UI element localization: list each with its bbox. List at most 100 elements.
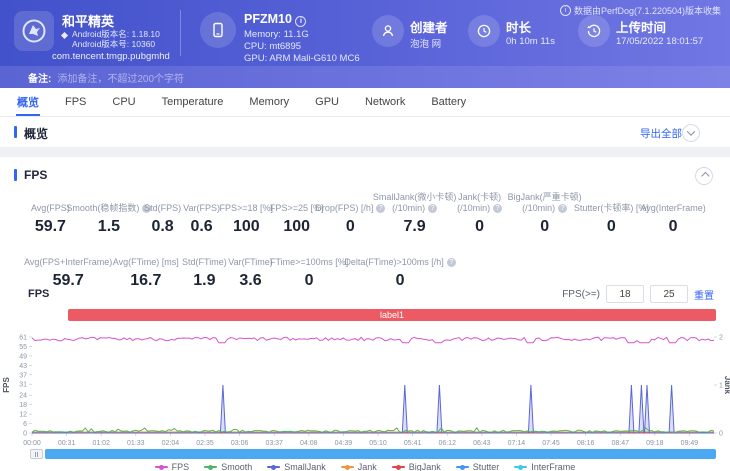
info-icon[interactable]: ? (558, 203, 568, 213)
legend-label: BigJank (408, 462, 441, 471)
svg-text:0: 0 (23, 431, 27, 438)
legend-marker-icon (154, 464, 168, 470)
stat-stutter-: Stutter(卡顿率) [%] 0 (574, 191, 649, 236)
legend-label: SmallJank (284, 462, 326, 471)
app-version-block: Android版本名: 1.18.10 Android版本号: 10360 (72, 29, 160, 49)
svg-text:03:06: 03:06 (231, 440, 249, 447)
scrollbar-handle[interactable] (30, 449, 43, 459)
app-package: com.tencent.tmgp.pubgmhd (52, 51, 170, 62)
stat-value: 1.5 (97, 218, 121, 235)
legend-smalljank[interactable]: SmallJank (267, 462, 326, 471)
note-bar[interactable]: 备注: 添加备注，不超过200个字符 (0, 66, 730, 88)
perfdog-report-page: 和平精英 Android版本名: 1.18.10 Android版本号: 103… (0, 0, 730, 471)
info-icon[interactable]: ? (493, 203, 503, 213)
info-icon[interactable]: ? (428, 203, 438, 213)
stat-value: 59.7 (34, 218, 66, 235)
tab-cpu[interactable]: CPU (99, 88, 148, 116)
legend-marker-icon (391, 464, 405, 470)
legend-label: Stutter (472, 462, 500, 471)
svg-text:05:10: 05:10 (369, 440, 387, 447)
duration-clock-icon (468, 15, 500, 47)
stat-std-fps-: Std(FPS) 0.8 (143, 191, 182, 236)
fps-threshold-max-input[interactable] (650, 285, 688, 303)
export-all-link[interactable]: 导出全部 (640, 126, 682, 141)
device-info-icon[interactable]: i (295, 16, 307, 27)
svg-text:2: 2 (719, 335, 723, 342)
svg-text:06:43: 06:43 (473, 440, 491, 447)
stat-bigjank-: BigJank(严重卡顿) (/10min)? 0 (507, 191, 582, 236)
svg-text:00:31: 00:31 (58, 440, 76, 447)
diamond-icon (60, 31, 69, 40)
stat-value: 0 (345, 218, 355, 235)
stat-label: Var(FPS) (183, 202, 220, 213)
app-version-code: Android版本号: 10360 (72, 39, 156, 49)
fps-collapse-button[interactable] (695, 167, 713, 185)
svg-text:0: 0 (719, 431, 723, 438)
legend-jank[interactable]: Jank (340, 462, 377, 471)
tab-fps[interactable]: FPS (52, 88, 99, 116)
stat-value: 0 (668, 218, 678, 235)
svg-text:05:41: 05:41 (404, 440, 422, 447)
device-memory: Memory: 11.1G (244, 29, 309, 40)
stat-label: BigJank(严重卡顿) (/10min)? (507, 192, 582, 213)
tab-概览[interactable]: 概览 (4, 88, 52, 116)
stat-value: 100 (283, 218, 311, 235)
stat-smooth-: Smooth(稳帧指数)? 1.5 (66, 191, 152, 236)
duration-label: 时长 (506, 21, 532, 35)
chart-label-banner[interactable]: label1 (68, 309, 716, 321)
fps-chart: 06121824313743495561012FPS Jank00:00 00:31… (2, 335, 730, 448)
tab-gpu[interactable]: GPU (302, 88, 352, 116)
note-label: 备注: (28, 73, 52, 85)
legend-stutter[interactable]: Stutter (455, 462, 500, 471)
stat-value: 100 (232, 218, 260, 235)
stat-label: SmallJank(微小卡顿) (/10min)? (372, 192, 457, 213)
stat-label: Jank(卡顿) (/10min)? (457, 192, 503, 213)
stat-value: 0 (540, 218, 550, 235)
overview-collapse-button[interactable] (682, 124, 700, 142)
chart-title: FPS (28, 288, 50, 300)
tab-battery[interactable]: Battery (418, 88, 479, 116)
info-icon[interactable]: ? (446, 257, 456, 267)
svg-text:61: 61 (19, 335, 27, 342)
legend-interframe[interactable]: InterFrame (514, 462, 575, 471)
device-cpu: CPU: mt6895 (244, 41, 302, 52)
tab-temperature[interactable]: Temperature (149, 88, 237, 116)
legend-marker-icon (204, 464, 218, 470)
svg-text:08:16: 08:16 (577, 440, 595, 447)
overview-section-header: 概览 导出全部 (0, 117, 730, 148)
fps-panel: FPS Avg(FPS) 59.7 Smooth(稳帧指数)? 1.5 Std(FPS)… (0, 157, 730, 471)
svg-text:09:49: 09:49 (681, 440, 699, 447)
reset-link[interactable]: 重置 (694, 287, 714, 302)
stat-fps-25-: FPS>=25 [%] 100 (270, 191, 324, 236)
legend-smooth[interactable]: Smooth (204, 462, 252, 471)
stat-value: 0 (475, 218, 485, 235)
svg-text:07:45: 07:45 (542, 440, 560, 447)
fps-threshold-min-input[interactable] (606, 285, 644, 303)
chart-legend: FPS Smooth SmallJank Jank BigJank Stutter Inte… (0, 462, 730, 471)
stat-jank-: Jank(卡顿) (/10min)? 0 (450, 191, 509, 236)
svg-text:55: 55 (19, 344, 27, 351)
legend-fps[interactable]: FPS (154, 462, 189, 471)
creator-icon (372, 15, 404, 47)
svg-text:31: 31 (19, 382, 27, 389)
legend-marker-icon (340, 464, 354, 470)
chevron-up-icon (701, 171, 710, 181)
scrollbar-track[interactable] (45, 449, 716, 459)
fps-stats-row2: Avg(FPS+InterFrame) 59.7 Avg(FTime) [ms] 16… (0, 245, 730, 290)
svg-text:24: 24 (19, 393, 27, 400)
app-name: 和平精英 (62, 14, 115, 29)
stat-label: Avg(InterFrame) (640, 202, 706, 213)
stat-var-fps-: Var(FPS) 0.6 (182, 191, 221, 236)
svg-text:49: 49 (19, 353, 27, 360)
duration-value: 0h 10m 11s (506, 36, 555, 47)
legend-marker-icon (267, 464, 281, 470)
stat-label: Std(FPS) (144, 202, 182, 213)
svg-text:1: 1 (719, 383, 723, 390)
upload-value: 17/05/2022 18:01:57 (616, 36, 704, 47)
tab-memory[interactable]: Memory (236, 88, 302, 116)
svg-text:12: 12 (19, 412, 27, 419)
tab-network[interactable]: Network (352, 88, 418, 116)
overview-title: 概览 (24, 127, 49, 141)
legend-bigjank[interactable]: BigJank (391, 462, 441, 471)
stat-avg-fps-interframe-: Avg(FPS+InterFrame) 59.7 (24, 245, 112, 290)
